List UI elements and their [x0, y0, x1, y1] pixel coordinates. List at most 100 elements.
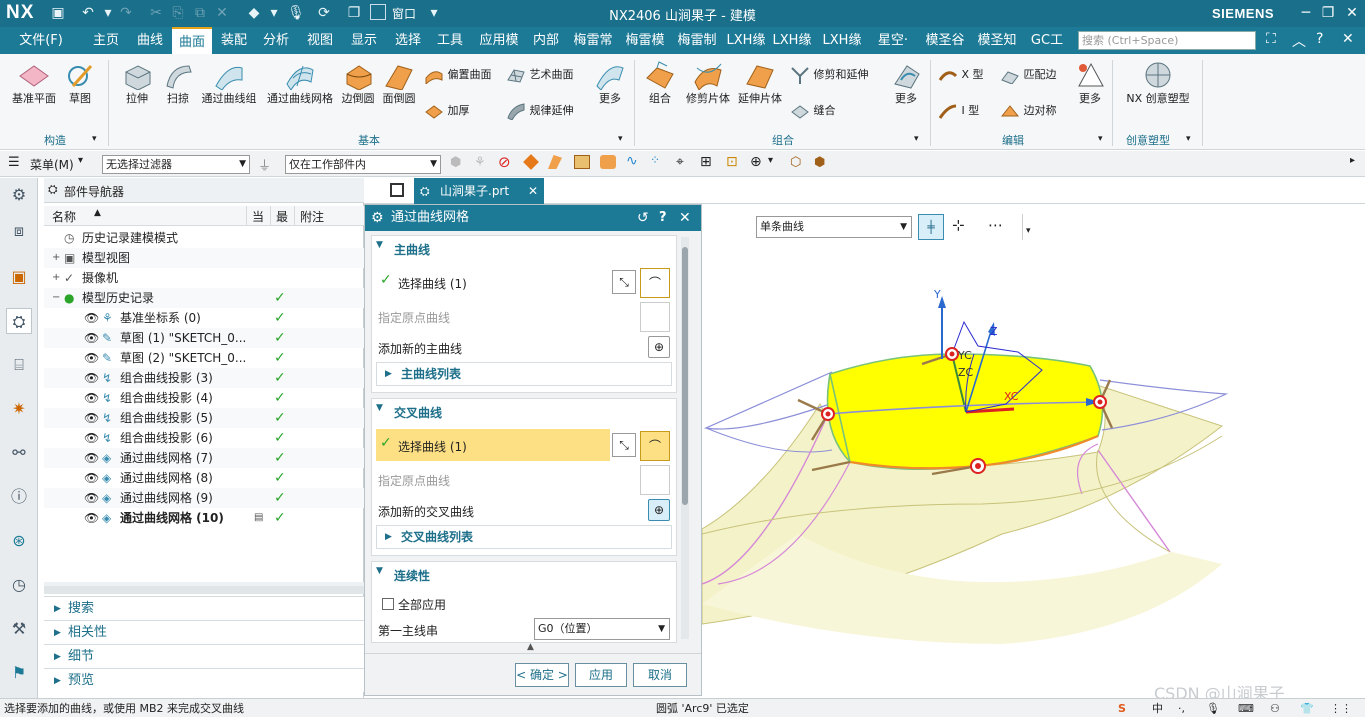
help-icon[interactable]: ? [1316, 31, 1323, 47]
studio-surface-button[interactable]: 艺术曲面 [506, 66, 586, 84]
edge-symmetry-button[interactable]: 边对称 [1000, 102, 1070, 120]
ime-voice-icon[interactable]: 🎙 [1206, 699, 1220, 718]
col-latest[interactable]: 最 [276, 208, 288, 225]
chevron-down-icon[interactable]: ▼ [376, 240, 383, 250]
select-points-icon[interactable]: ⁘ [650, 153, 660, 167]
extend-sheet-button[interactable]: 延伸片体 [734, 60, 786, 106]
process-studio-icon[interactable]: ⚒ [6, 616, 32, 642]
cross-reverse-direction-icon[interactable]: ⤡ [612, 433, 636, 457]
dialog-scrollbar[interactable] [681, 237, 689, 639]
snap-point-icon[interactable]: ⌖ [676, 154, 684, 170]
add-cross-icon[interactable]: ⊕ [648, 499, 670, 521]
ime-menu-icon[interactable]: ⋮⋮ [1330, 699, 1352, 718]
restore-icon[interactable]: ❐ [1316, 3, 1340, 23]
part-navigator-icon[interactable]: ⛭ [6, 308, 32, 334]
primary-curves-header[interactable]: 主曲线 [394, 241, 430, 258]
tree-row[interactable]: 👁 ◈ 通过曲线网格 (7) ✓ [44, 448, 364, 468]
menu-home[interactable]: 主页 [86, 27, 126, 54]
primary-select-curve[interactable]: 选择曲线 (1) [398, 275, 467, 292]
menu-analysis[interactable]: 分析 [256, 27, 296, 54]
add-cross-curve[interactable]: 添加新的交叉曲线 [378, 503, 474, 520]
ime-logo-icon[interactable]: S [1118, 699, 1126, 718]
combine-expand-icon[interactable]: ▾ [914, 134, 919, 144]
command-search-input[interactable]: 搜索 (Ctrl+Space) [1078, 31, 1256, 50]
web-icon[interactable]: ⊛ [6, 528, 32, 554]
sweep-button[interactable]: 扫掠 [158, 60, 198, 106]
add-primary-icon[interactable]: ⊕ [648, 336, 670, 358]
offset-surface-button[interactable]: 偏置曲面 [424, 66, 504, 86]
eye-icon[interactable]: 👁 [84, 328, 99, 348]
menu-plugin-2[interactable]: 梅雷模 [620, 27, 670, 54]
menu-view[interactable]: 视图 [300, 27, 340, 54]
select-face-icon[interactable] [548, 155, 562, 169]
cancel-button[interactable]: 取消 [633, 663, 687, 687]
cross-curve-rule-icon[interactable]: ⌒ [640, 431, 670, 461]
trim-sheet-button[interactable]: 修剪片体 [682, 60, 734, 106]
tree-row[interactable]: 👁 ↯ 组合曲线投影 (3) ✓ [44, 368, 364, 388]
menu-plugin-10[interactable]: GC工 [1024, 27, 1070, 54]
snap-mid-icon[interactable]: ⊡ [726, 154, 738, 170]
apply-all-checkbox[interactable] [382, 598, 394, 610]
add-primary-curve[interactable]: 添加新的主曲线 [378, 340, 462, 357]
select-feature-icon[interactable] [523, 154, 539, 170]
combine-more-button[interactable]: 更多 [886, 60, 926, 106]
reuse-library-icon[interactable]: ⌸ [6, 352, 32, 378]
tree-row[interactable]: 👁 ✎ 草图 (1) "SKETCH_0... ✓ [44, 328, 364, 348]
panel-dependencies[interactable]: ▶ 相关性 [44, 620, 364, 644]
edge-blend-button[interactable]: 边倒圆 [338, 60, 378, 106]
curve-rule-icon[interactable]: ⌒ [640, 268, 670, 298]
eye-icon[interactable]: 👁 [84, 308, 99, 328]
menu-tools[interactable]: 工具 [430, 27, 470, 54]
edit-more-button[interactable]: 更多 [1070, 60, 1110, 106]
close-window-icon[interactable]: ✕ [1340, 3, 1364, 23]
nx-realize-shape-button[interactable]: NX 创意塑型 [1120, 60, 1196, 106]
menu-plugin-6[interactable]: LXH缘 [820, 27, 864, 54]
tree-row[interactable]: ◷ 历史记录建模模式 [44, 228, 364, 248]
apply-button[interactable]: 应用 [575, 663, 627, 687]
reverse-direction-icon[interactable]: ⤡ [612, 270, 636, 294]
match-edge-button[interactable]: 匹配边 [1000, 66, 1070, 85]
tree-row[interactable]: 👁 ↯ 组合曲线投影 (5) ✓ [44, 408, 364, 428]
chevron-down-icon[interactable]: ▼ [376, 403, 383, 413]
chevron-down-icon[interactable]: ▼ [376, 566, 383, 576]
col-current[interactable]: 当 [252, 208, 264, 225]
tree-row[interactable]: 👁 ✎ 草图 (2) "SKETCH_0... ✓ [44, 348, 364, 368]
unite-button[interactable]: 组合 [640, 60, 680, 106]
fullscreen-icon[interactable]: ⛶ [1266, 31, 1276, 47]
select-body-icon[interactable] [574, 155, 590, 169]
toolbar-overflow-icon[interactable]: ▸ [1350, 155, 1355, 166]
law-extension-button[interactable]: 规律延伸 [506, 102, 586, 121]
menu-plugin-1[interactable]: 梅雷常 [568, 27, 618, 54]
ribbon-close-icon[interactable]: ✕ [1342, 31, 1354, 47]
history-icon[interactable]: ◷ [6, 572, 32, 598]
menu-plugin-4[interactable]: LXH缘 [724, 27, 768, 54]
cross-origin-curve-icon[interactable] [640, 465, 670, 495]
deselect-all-icon[interactable]: ⊘ [498, 153, 511, 171]
info-icon[interactable]: ⓘ [6, 484, 32, 510]
ime-keyboard-icon[interactable]: ⌨ [1238, 699, 1254, 718]
maximize-view-icon[interactable] [390, 183, 404, 197]
select-curve-icon[interactable]: ∿ [626, 153, 638, 169]
tab-part-file[interactable]: ⛭ 山涧果子.prt ✕ [414, 178, 544, 204]
dialog-help-icon[interactable]: ? [659, 205, 667, 231]
first-primary-select[interactable]: G0（位置） ▼ [534, 618, 670, 640]
reset-icon[interactable]: ↺ [637, 205, 649, 231]
tree-row[interactable]: 👁 ↯ 组合曲线投影 (4) ✓ [44, 388, 364, 408]
web-browser-icon[interactable]: ⚯ [6, 440, 32, 466]
x-form-button[interactable]: X 型 [938, 66, 998, 84]
menu-plugin-3[interactable]: 梅雷制 [672, 27, 722, 54]
basic-more-button[interactable]: 更多 [590, 60, 630, 106]
col-name[interactable]: 名称 [52, 208, 76, 225]
menu-select[interactable]: 选择 [388, 27, 428, 54]
ok-button[interactable]: < 确定 > [515, 663, 569, 687]
tree-expand-icon[interactable]: + [52, 248, 60, 268]
menu-plugin-7[interactable]: 星空· [870, 27, 916, 54]
ime-punct-icon[interactable]: ·, [1178, 699, 1185, 718]
eye-icon[interactable]: 👁 [84, 368, 99, 388]
face-blend-button[interactable]: 面倒圆 [378, 60, 420, 106]
primary-curves-list[interactable]: ▶ 主曲线列表 [376, 362, 672, 386]
col-notes[interactable]: 附注 [300, 208, 324, 225]
primary-origin-curve[interactable]: 指定原点曲线 [378, 309, 450, 326]
filter-icon[interactable]: ⏚ [258, 155, 271, 174]
tree-expand-icon[interactable]: + [52, 268, 60, 288]
